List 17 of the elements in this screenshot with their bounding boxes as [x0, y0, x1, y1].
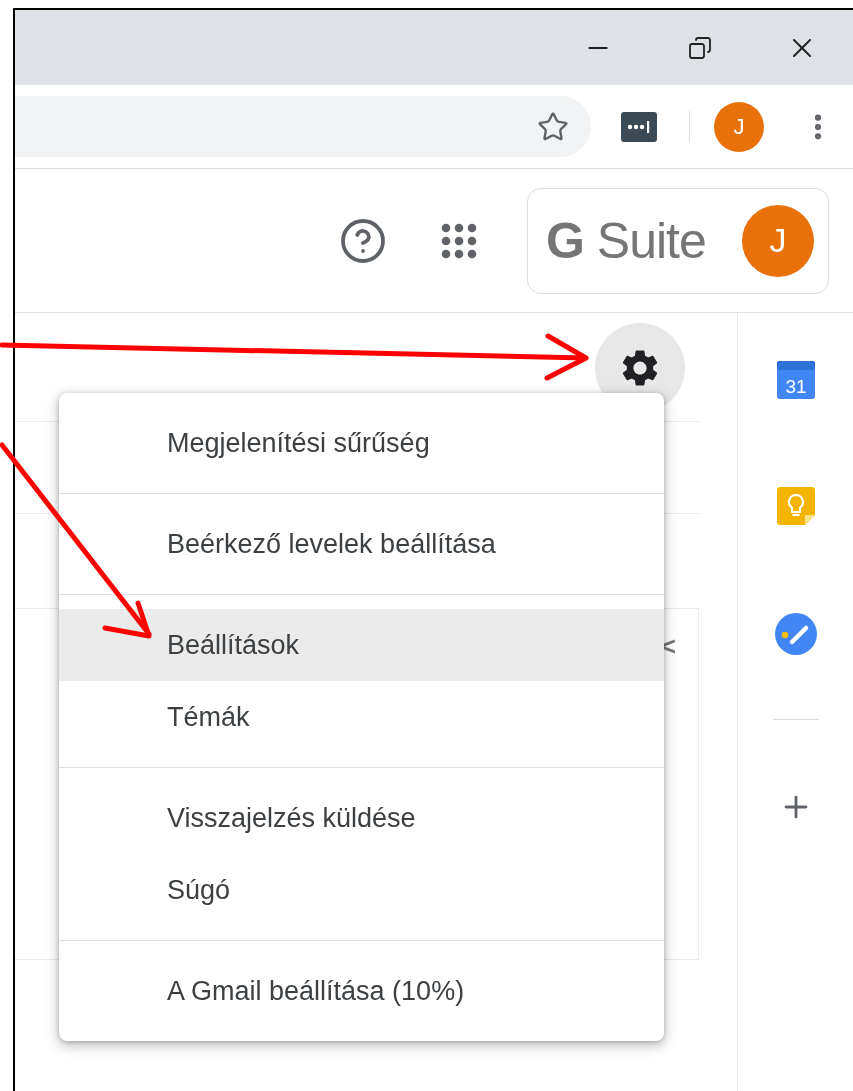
menu-item[interactable]: Súgó: [59, 854, 664, 926]
apps-grid-icon[interactable]: [441, 222, 477, 259]
account-avatar: J: [742, 204, 814, 277]
menu-item[interactable]: Témák: [59, 681, 664, 753]
calendar-icon[interactable]: 31: [776, 361, 815, 399]
menu-item[interactable]: A Gmail beállítása (10%): [59, 955, 664, 1027]
help-icon[interactable]: [339, 216, 387, 265]
extension-icon[interactable]: [621, 111, 657, 142]
menu-item[interactable]: Megjelenítési sűrűség: [59, 407, 664, 479]
star-icon[interactable]: [537, 110, 569, 143]
menu-item[interactable]: Visszajelzés küldése: [59, 782, 664, 854]
menu-item[interactable]: Beérkező levelek beállítása: [59, 508, 664, 580]
account-badge[interactable]: G Suite J: [527, 187, 829, 294]
menu-item[interactable]: Beállítások: [59, 609, 664, 681]
suite-logo-text: G Suite: [546, 211, 706, 270]
restore-icon[interactable]: [688, 35, 712, 60]
tasks-check-icon[interactable]: [774, 613, 817, 655]
